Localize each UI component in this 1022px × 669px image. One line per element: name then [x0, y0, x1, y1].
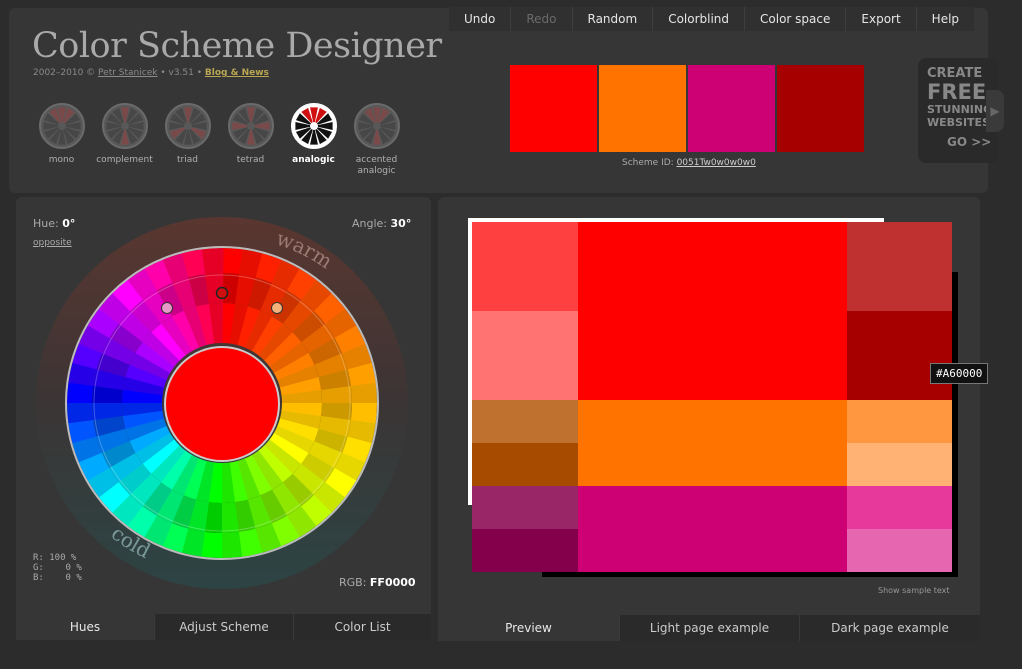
mode-mono[interactable]: mono [30, 103, 93, 177]
preview-secondary-b-2[interactable] [472, 529, 578, 572]
rgb-percent-readout: R: 100 % G: 0 % B: 0 % [33, 553, 82, 583]
angle-readout: Angle: 30° [352, 217, 411, 230]
rgb-label: RGB: [339, 576, 367, 589]
hue-label: Hue: [33, 217, 59, 230]
hue-handle-primary[interactable] [215, 286, 229, 300]
hue-handle-left[interactable] [161, 302, 173, 314]
tab-color-list[interactable]: Color List [293, 614, 431, 640]
ad-banner[interactable]: CREATE FREE STUNNING WEBSITES GO >> ▶ [918, 58, 1004, 163]
tab-light-page-example[interactable]: Light page example [619, 615, 799, 641]
accented-analogic-wheel-icon [353, 103, 400, 149]
mode-tetrad[interactable]: tetrad [219, 103, 282, 177]
preview-secondary-b-base[interactable] [578, 486, 847, 572]
complement-label: complement [96, 155, 153, 165]
menu-redo[interactable]: Redo [511, 7, 573, 31]
preview-secondary-a-base[interactable] [578, 400, 847, 486]
mono-label: mono [48, 155, 75, 165]
preview-secondary-a-1[interactable] [472, 400, 578, 443]
complement-wheel-icon [101, 103, 148, 149]
preview-primary-dark-2[interactable] [847, 311, 952, 400]
mode-triad[interactable]: triad [156, 103, 219, 177]
tetrad-label: tetrad [236, 155, 265, 165]
analogic-label: analogic [292, 155, 335, 165]
ad-go-link[interactable]: GO >> [927, 135, 998, 149]
copyright-text: 2002–2010 © [33, 68, 96, 78]
menu-color-space[interactable]: Color space [745, 7, 847, 31]
preview-primary-light-2[interactable] [472, 311, 578, 400]
preview-secondary-b-4[interactable] [847, 529, 952, 572]
color-wheel[interactable]: warm cold [35, 216, 410, 591]
right-tabs: Preview Light page example Dark page exa… [438, 615, 980, 641]
hue-readout: Hue: 0° [33, 217, 75, 230]
menu-undo[interactable]: Undo [449, 7, 512, 31]
rgb-value: FF0000 [369, 576, 416, 589]
menu-bar: Undo Redo Random Colorblind Color space … [449, 7, 975, 31]
blog-news-link[interactable]: Blog & News [205, 68, 269, 78]
preview-secondary-b-3[interactable] [847, 486, 952, 529]
menu-help[interactable]: Help [917, 7, 974, 31]
preview-secondary-a-4[interactable] [847, 443, 952, 486]
scheme-mode-selector: mono complement triad tetrad analogic ac… [30, 103, 408, 177]
opposite-link[interactable]: opposite [33, 238, 72, 248]
center-color-circle [164, 346, 280, 462]
menu-random[interactable]: Random [573, 7, 654, 31]
menu-export[interactable]: Export [846, 7, 917, 31]
accented-analogic-label: accented analogic [355, 155, 398, 176]
scheme-id-link[interactable]: 0051Tw0w0w0w0 [677, 158, 756, 168]
mode-analogic[interactable]: analogic [282, 103, 345, 177]
hue-value: 0° [62, 217, 76, 230]
scheme-swatches [510, 65, 864, 152]
app-title: Color Scheme Designer [32, 26, 442, 66]
angle-value: 30° [390, 217, 412, 230]
swatch-2[interactable] [599, 65, 686, 152]
angle-label: Angle: [352, 217, 388, 230]
left-tabs: Hues Adjust Scheme Color List [16, 614, 431, 640]
tab-dark-page-example[interactable]: Dark page example [799, 615, 980, 641]
author-link[interactable]: Petr Stanicek [98, 68, 157, 78]
mode-accented-analogic[interactable]: accented analogic [345, 103, 408, 177]
scheme-id-label: Scheme ID: [622, 158, 674, 168]
app-window: Undo Redo Random Colorblind Color space … [0, 0, 1022, 669]
swatch-3[interactable] [688, 65, 775, 152]
rgb-hex-readout: RGB: FF0000 [339, 576, 416, 589]
swatch-4[interactable] [777, 65, 864, 152]
preview-primary-base[interactable] [578, 222, 847, 400]
hue-handle-right[interactable] [271, 302, 283, 314]
ad-arrow-icon[interactable]: ▶ [986, 90, 1004, 132]
menu-colorblind[interactable]: Colorblind [653, 7, 746, 31]
tab-preview[interactable]: Preview [438, 615, 619, 641]
preview-secondary-b-1[interactable] [472, 486, 578, 529]
swatch-1[interactable] [510, 65, 597, 152]
tab-adjust-scheme[interactable]: Adjust Scheme [154, 614, 293, 640]
preview-primary-dark-1[interactable] [847, 222, 952, 311]
tab-hues[interactable]: Hues [16, 614, 154, 640]
ad-line-create: CREATE [927, 66, 983, 81]
color-tooltip: #A60000 [930, 363, 989, 384]
tetrad-wheel-icon [227, 103, 274, 149]
analogic-wheel-icon [290, 103, 337, 149]
app-subtitle: 2002–2010 © Petr Stanicek • v3.51 • Blog… [33, 68, 269, 78]
version-text: • v3.51 • [160, 68, 203, 78]
scheme-id: Scheme ID: 0051Tw0w0w0w0 [622, 158, 756, 168]
mono-wheel-icon [38, 103, 85, 149]
triad-wheel-icon [164, 103, 211, 149]
show-sample-text-link[interactable]: Show sample text [878, 586, 950, 595]
preview-secondary-a-2[interactable] [472, 443, 578, 486]
preview-secondary-a-3[interactable] [847, 400, 952, 443]
preview-primary-light-1[interactable] [472, 222, 578, 311]
mode-complement[interactable]: complement [93, 103, 156, 177]
triad-label: triad [177, 155, 198, 165]
